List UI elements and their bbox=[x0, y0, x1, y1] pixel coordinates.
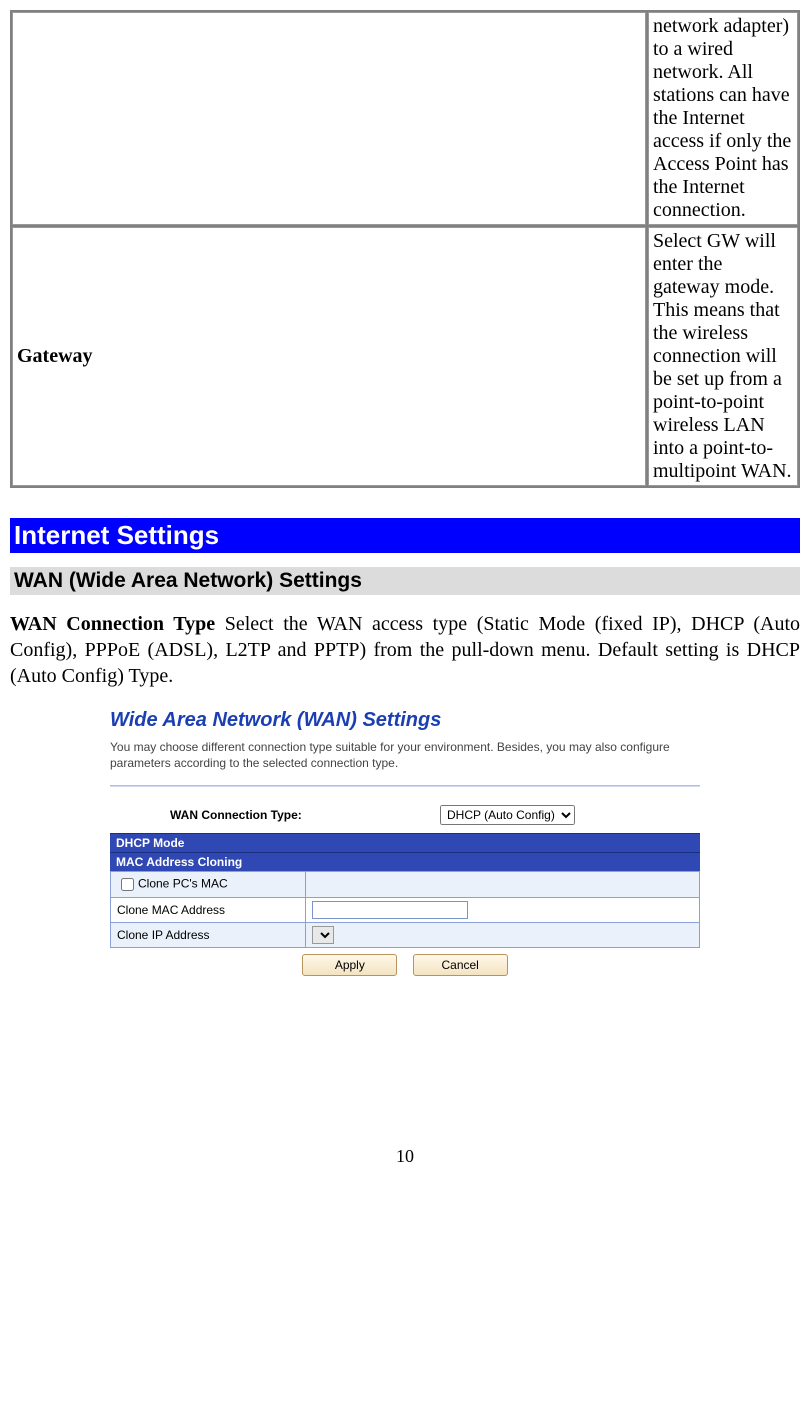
wan-settings-heading: WAN (Wide Area Network) Settings bbox=[10, 567, 800, 595]
clone-ip-addr-select[interactable] bbox=[312, 926, 334, 944]
table-row: Clone IP Address bbox=[111, 923, 700, 948]
wan-conn-type-para: WAN Connection Type Select the WAN acces… bbox=[10, 611, 800, 689]
mac-cloning-table: Clone PC's MAC Clone MAC Address Clone I… bbox=[110, 871, 700, 948]
table-row-1-desc: network adapter) to a wired network. All… bbox=[648, 12, 798, 225]
table-row-2-desc: Select GW will enter the gateway mode. T… bbox=[648, 227, 798, 486]
clone-pc-mac-label: Clone PC's MAC bbox=[138, 877, 228, 891]
clone-mac-addr-label: Clone MAC Address bbox=[111, 898, 306, 923]
clone-mac-addr-input[interactable] bbox=[312, 901, 468, 919]
table-row: Clone MAC Address bbox=[111, 898, 700, 923]
mac-cloning-bar: MAC Address Cloning bbox=[110, 852, 700, 871]
clone-pc-mac-cell: Clone PC's MAC bbox=[111, 872, 306, 898]
wan-settings-panel: Wide Area Network (WAN) Settings You may… bbox=[110, 709, 700, 976]
clone-mac-addr-value-cell bbox=[306, 898, 700, 923]
table-row-2-label: Gateway bbox=[12, 227, 646, 486]
clone-ip-addr-value-cell bbox=[306, 923, 700, 948]
clone-pc-mac-checkbox[interactable] bbox=[121, 878, 134, 891]
wan-panel-intro: You may choose different connection type… bbox=[110, 740, 700, 771]
table-row-1-label bbox=[12, 12, 646, 225]
page-number: 10 bbox=[10, 1146, 800, 1167]
wan-panel-divider bbox=[110, 785, 700, 787]
wan-panel-title: Wide Area Network (WAN) Settings bbox=[110, 709, 700, 732]
wan-conn-row: WAN Connection Type: DHCP (Auto Config) bbox=[110, 805, 700, 825]
apply-button[interactable]: Apply bbox=[302, 954, 397, 976]
wan-conn-select[interactable]: DHCP (Auto Config) bbox=[440, 805, 575, 825]
dhcp-mode-bar: DHCP Mode bbox=[110, 833, 700, 852]
internet-settings-heading: Internet Settings bbox=[10, 518, 800, 553]
button-row: Apply Cancel bbox=[110, 954, 700, 976]
clone-pc-mac-value-cell bbox=[306, 872, 700, 898]
wan-conn-label: WAN Connection Type: bbox=[170, 808, 440, 822]
cancel-button[interactable]: Cancel bbox=[413, 954, 508, 976]
table-row: Clone PC's MAC bbox=[111, 872, 700, 898]
definition-table: network adapter) to a wired network. All… bbox=[10, 10, 800, 488]
wan-conn-type-lead: WAN Connection Type bbox=[10, 613, 215, 635]
clone-ip-addr-label: Clone IP Address bbox=[111, 923, 306, 948]
